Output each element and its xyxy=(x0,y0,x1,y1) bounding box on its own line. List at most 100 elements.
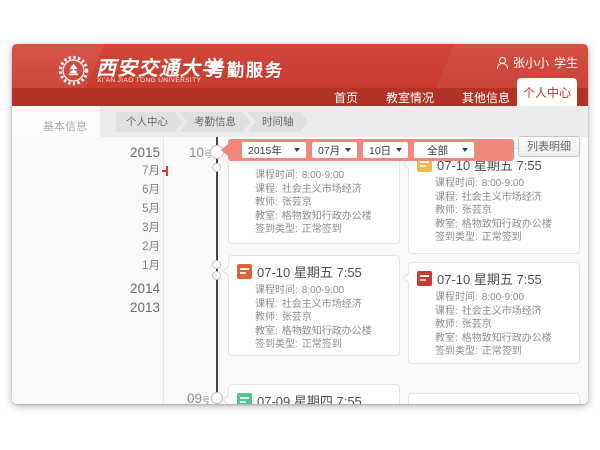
field-label: 课程: xyxy=(255,184,278,195)
nav-items: 首页 教室情况 其他信息 xyxy=(272,88,510,106)
timeline-node xyxy=(212,163,221,172)
year-select[interactable]: 2015年 xyxy=(242,142,306,158)
type-select[interactable]: 全部 xyxy=(414,142,474,158)
breadcrumb-timeline[interactable]: 时间轴 xyxy=(248,112,300,132)
user-role: 学生 xyxy=(554,54,578,71)
year-select-value: 2015年 xyxy=(248,143,282,158)
field-label: 签到类型: xyxy=(435,232,478,243)
field-value: 正常签到 xyxy=(482,346,522,357)
field-label: 教师: xyxy=(255,197,278,208)
field-label: 签到类型: xyxy=(435,346,478,357)
field-label: 课程: xyxy=(435,192,458,203)
field-label: 教师: xyxy=(255,312,278,323)
field-label: 教师: xyxy=(435,319,458,330)
card-title: 07-10 星期五 7:55 xyxy=(437,269,542,288)
chevron-down-icon xyxy=(462,148,468,152)
field-value: 社会主义市场经济 xyxy=(282,184,362,195)
field-value: 正常签到 xyxy=(302,339,342,350)
attendance-card: 07-10 星期五 7:55 课程时间: 8:00-9:00 课程: 社会主义市场经… xyxy=(228,255,400,356)
timeline-day-label-10: 10号 xyxy=(170,144,212,162)
field-value: 8:00-9:00 xyxy=(302,170,344,181)
field-label: 课程时间: xyxy=(255,285,298,296)
field-value: 正常签到 xyxy=(302,224,342,235)
column-divider xyxy=(163,137,164,404)
nav-tab-personal-center[interactable]: 个人中心 xyxy=(517,78,577,106)
field-value: 张芸京 xyxy=(282,197,312,208)
day-number: 09 xyxy=(187,391,202,404)
field-value: 8:00-9:00 xyxy=(302,285,344,296)
breadcrumb: 个人中心 考勤信息 时间轴 xyxy=(100,106,588,137)
app-title: 考勤服务 xyxy=(208,56,284,81)
date-nav-month-march[interactable]: 3月 xyxy=(106,219,160,238)
date-nav-column: 2015 7月 6月 5月 3月 2月 1月 2014 2013 xyxy=(106,143,160,317)
field-label: 教室: xyxy=(435,333,458,344)
attendance-card: 07-10 星期五 7:55 课程时间:8:00-9:00 课程:社会主义市场经… xyxy=(408,148,580,254)
date-nav-month-july[interactable]: 7月 xyxy=(106,162,160,181)
calendar-badge-icon xyxy=(237,393,252,404)
field-value: 张芸京 xyxy=(462,319,492,330)
date-nav-month-june[interactable]: 6月 xyxy=(106,181,160,200)
date-nav-year-2014[interactable]: 2014 xyxy=(106,279,160,298)
nav-item-classrooms[interactable]: 教室情况 xyxy=(386,89,434,106)
date-nav-month-january[interactable]: 1月 xyxy=(106,257,160,276)
field-value: 社会主义市场经济 xyxy=(462,192,542,203)
chevron-down-icon xyxy=(294,148,300,152)
field-label: 教室: xyxy=(255,326,278,337)
date-nav-year-2013[interactable]: 2013 xyxy=(106,298,160,317)
field-label: 课程时间: xyxy=(435,178,478,189)
field-value: 格物致知行政办公楼 xyxy=(462,333,552,344)
attendance-card-partial xyxy=(408,393,580,404)
card-title: 07-10 星期五 7:55 xyxy=(257,262,362,281)
field-label: 课程: xyxy=(255,299,278,310)
month-select-value: 07月 xyxy=(318,143,340,158)
calendar-badge-icon xyxy=(237,264,252,279)
month-select[interactable]: 07月 xyxy=(312,142,357,158)
university-gear-emblem-icon xyxy=(58,55,89,86)
field-value: 社会主义市场经济 xyxy=(462,306,542,317)
date-nav-month-may[interactable]: 5月 xyxy=(106,200,160,219)
field-label: 教师: xyxy=(435,205,458,216)
field-label: 课程: xyxy=(435,306,458,317)
field-value: 张芸京 xyxy=(282,312,312,323)
breadcrumb-personal-center[interactable]: 个人中心 xyxy=(116,112,174,132)
breadcrumb-attendance-info[interactable]: 考勤信息 xyxy=(180,112,242,132)
app-window: 西安交通大学 XI'AN JIAO TONG UNIVERSITY 考勤服务 张… xyxy=(12,44,588,404)
field-label: 签到类型: xyxy=(255,224,298,235)
university-name-en: XI'AN JIAO TONG UNIVERSITY xyxy=(97,77,201,84)
field-label: 签到类型: xyxy=(255,339,298,350)
field-label: 教室: xyxy=(255,211,278,222)
day-number: 10 xyxy=(189,145,204,160)
attendance-card: 07-10 星期五 7:55 课程时间:8:00-9:00 课程:社会主义市场经… xyxy=(408,262,580,364)
attendance-card: 07-09 星期四 7:55 xyxy=(228,384,400,404)
chevron-down-icon xyxy=(345,148,351,152)
sidebar-item-basic-info[interactable]: 基本信息 xyxy=(43,117,100,137)
field-label: 教室: xyxy=(435,219,458,230)
nav-item-other-info[interactable]: 其他信息 xyxy=(462,89,510,106)
card-title: 07-09 星期四 7:55 xyxy=(257,391,362,404)
day-unit: 号 xyxy=(202,396,210,404)
calendar-badge-icon xyxy=(417,271,432,286)
field-value: 8:00-9:00 xyxy=(482,178,524,189)
app-header: 西安交通大学 XI'AN JIAO TONG UNIVERSITY 考勤服务 张… xyxy=(12,44,588,88)
day-select[interactable]: 10日 xyxy=(363,142,408,158)
date-nav-month-february[interactable]: 2月 xyxy=(106,238,160,257)
type-select-value: 全部 xyxy=(427,143,448,158)
field-value: 8:00-9:00 xyxy=(482,292,524,303)
timeline-node xyxy=(212,271,221,280)
filter-bar: 2015年 07月 10日 全部 xyxy=(228,139,514,161)
field-value: 张芸京 xyxy=(462,205,492,216)
nav-item-home[interactable]: 首页 xyxy=(334,89,358,106)
field-value: 正常签到 xyxy=(482,232,522,243)
list-detail-button[interactable]: 列表明细 xyxy=(518,136,580,157)
day-select-value: 10日 xyxy=(369,143,391,158)
field-value: 格物致知行政办公楼 xyxy=(282,211,372,222)
field-value: 格物致知行政办公楼 xyxy=(282,326,372,337)
field-value: 格物致知行政办公楼 xyxy=(462,219,552,230)
timeline-node xyxy=(212,260,221,269)
chevron-down-icon xyxy=(396,148,402,152)
person-icon xyxy=(497,57,508,69)
field-label: 课程时间: xyxy=(255,170,298,181)
date-nav-year-2015[interactable]: 2015 xyxy=(106,143,160,162)
user-account[interactable]: 张小小 学生 xyxy=(497,56,578,69)
field-value: 社会主义市场经济 xyxy=(282,299,362,310)
